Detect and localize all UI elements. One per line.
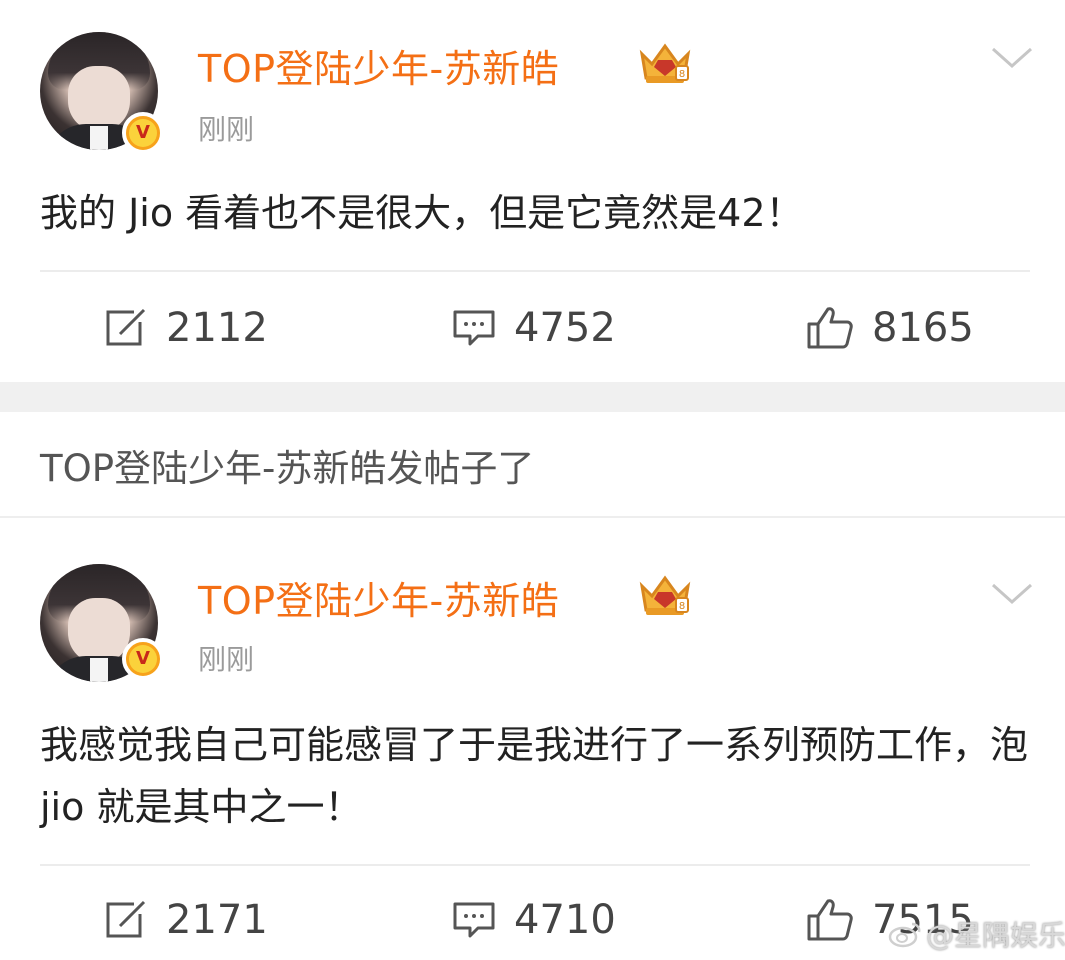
feed-separator [0, 382, 1065, 412]
comment-count: 4752 [514, 305, 616, 351]
comment-icon [453, 310, 495, 346]
thumbs-up-icon [807, 307, 853, 349]
svg-text:8: 8 [679, 601, 685, 612]
comment-button[interactable]: 4710 [452, 890, 616, 950]
watermark-text: @星隅娱乐 [926, 919, 1065, 952]
post-time: 刚刚 [198, 113, 255, 146]
verified-badge-icon: V [122, 638, 164, 680]
post-card: V TOP登陆少年-苏新皓 8 刚刚 我感觉我自己可能感冒了于是我进行了一系列预… [0, 518, 1065, 960]
post-text: 我的 Jio 看着也不是很大，但是它竟然是42！ [40, 191, 804, 235]
post-text: 我感觉我自己可能感冒了于是我进行了一系列预防工作，泡 jio 就是其中之一！ [40, 723, 1029, 829]
post-card: V TOP登陆少年-苏新皓 8 刚刚 我的 Jio 看着也不是很大，但是它竟然是… [0, 0, 1065, 382]
repost-count: 2112 [166, 305, 268, 351]
divider [40, 270, 1030, 272]
repost-icon [106, 308, 146, 346]
comment-button[interactable]: 4752 [452, 298, 616, 358]
username[interactable]: TOP登陆少年-苏新皓 [198, 570, 559, 625]
repost-button[interactable]: 2112 [104, 298, 268, 358]
repost-icon [106, 900, 146, 938]
crown-vip-icon: 8 [639, 43, 691, 83]
comment-count: 4710 [514, 897, 616, 943]
repost-notice[interactable]: TOP登陆少年-苏新皓发帖子了 [40, 438, 534, 492]
action-bar: 2112 4752 8165 [0, 298, 1065, 358]
like-count: 8165 [872, 305, 974, 351]
svg-text:8: 8 [679, 69, 685, 80]
chevron-down-icon[interactable] [990, 44, 1034, 72]
username[interactable]: TOP登陆少年-苏新皓 [198, 38, 559, 93]
comment-icon [453, 902, 495, 938]
like-button[interactable]: 8165 [806, 298, 974, 358]
crown-vip-icon: 8 [639, 575, 691, 615]
repost-button[interactable]: 2171 [104, 890, 268, 950]
repost-count: 2171 [166, 897, 268, 943]
weibo-feed: V TOP登陆少年-苏新皓 8 刚刚 我的 Jio 看着也不是很大，但是它竟然是… [0, 0, 1065, 960]
weibo-logo-icon [888, 922, 921, 948]
verified-badge-icon: V [122, 112, 164, 154]
thumbs-up-icon [807, 899, 853, 941]
divider [40, 864, 1030, 866]
post-time: 刚刚 [198, 643, 255, 676]
chevron-down-icon[interactable] [990, 580, 1034, 608]
watermark: @星隅娱乐 [888, 914, 1065, 954]
